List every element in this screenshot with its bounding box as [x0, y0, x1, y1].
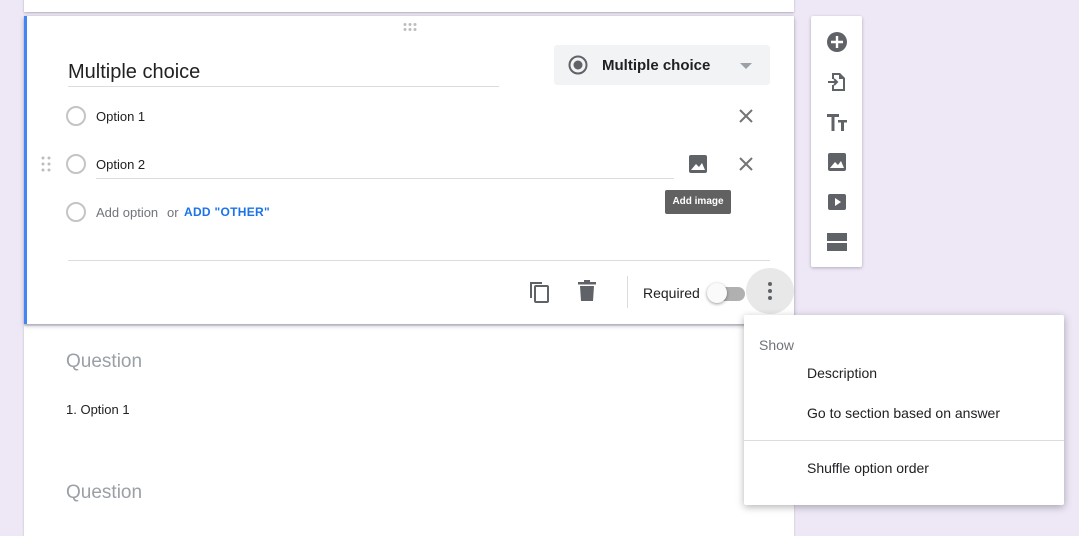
add-option-radio-icon — [66, 202, 86, 222]
menu-header-show: Show — [759, 337, 795, 353]
question-placeholder[interactable]: Question — [66, 351, 142, 373]
add-image-option-icon[interactable] — [687, 153, 709, 175]
required-label: Required — [643, 285, 700, 301]
active-question-card[interactable]: Multiple choice Multiple choice Option 1… — [24, 16, 794, 324]
required-toggle-thumb[interactable] — [707, 283, 727, 303]
question-type-label: Multiple choice — [602, 57, 711, 74]
add-question-icon[interactable] — [825, 30, 849, 54]
option-1-radio-icon — [66, 106, 86, 126]
numbered-option-1: 1. Option 1 — [66, 402, 130, 417]
remove-option-1-close-icon[interactable] — [736, 106, 756, 126]
delete-icon[interactable] — [578, 280, 596, 302]
drag-option-icon[interactable] — [41, 156, 51, 172]
duplicate-icon[interactable] — [527, 279, 551, 305]
remove-option-2-close-icon[interactable] — [736, 154, 756, 174]
add-title-icon[interactable] — [825, 110, 849, 134]
radio-selected-icon — [568, 55, 588, 75]
drag-handle-icon[interactable] — [403, 23, 419, 31]
menu-item-go-to-section[interactable]: Go to section based on answer — [807, 405, 1000, 421]
footer-separator — [627, 276, 628, 308]
menu-item-shuffle-option-order[interactable]: Shuffle option order — [807, 460, 929, 476]
more-options-button[interactable] — [746, 268, 794, 314]
add-video-icon[interactable] — [825, 190, 849, 214]
option-2-radio-icon — [66, 154, 86, 174]
chevron-down-icon — [740, 63, 752, 69]
add-option-input[interactable]: Add option — [96, 205, 158, 220]
side-toolbar — [811, 16, 862, 267]
next-question-card[interactable]: Question 1. Option 1 Question — [24, 326, 794, 536]
footer-divider — [68, 260, 770, 261]
option-2-underline — [96, 178, 674, 179]
more-options-menu: Show Description Go to section based on … — [744, 315, 1064, 505]
add-other-link[interactable]: ADD "OTHER" — [184, 205, 270, 219]
question-type-dropdown[interactable]: Multiple choice — [554, 45, 770, 85]
add-image-tooltip: Add image — [665, 190, 731, 214]
add-image-icon[interactable] — [825, 150, 849, 174]
previous-card — [24, 0, 794, 12]
menu-item-description[interactable]: Description — [807, 365, 877, 381]
more-vert-icon — [768, 282, 772, 300]
option-2-input[interactable]: Option 2 — [96, 157, 145, 172]
option-1-input[interactable]: Option 1 — [96, 109, 145, 124]
menu-divider — [744, 440, 1064, 441]
question-placeholder-2[interactable]: Question — [66, 482, 142, 504]
question-title-input[interactable]: Multiple choice — [68, 58, 499, 87]
add-or-text: or — [167, 205, 179, 220]
add-section-icon[interactable] — [825, 230, 849, 254]
import-questions-icon[interactable] — [825, 70, 849, 94]
